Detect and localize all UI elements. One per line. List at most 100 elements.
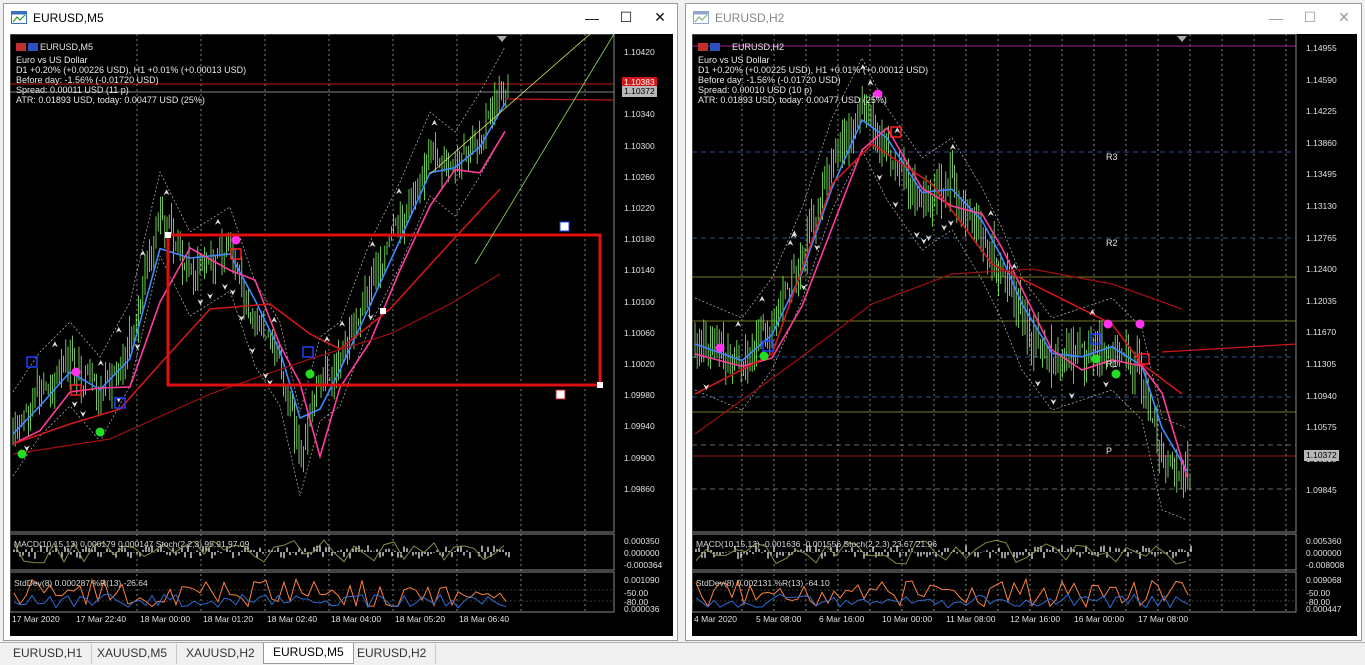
price-axis-label: 1.13495 <box>1306 169 1337 180</box>
time-axis-label: 18 Mar 00:00 <box>140 614 191 624</box>
fractal-arrow-icon <box>369 241 376 248</box>
fractal-arrow-icon <box>920 238 927 245</box>
macd-axis-label: 0.000000 <box>624 548 660 558</box>
fractal-arrow-icon <box>396 188 403 195</box>
symbol-label: EURUSD,M5 <box>40 42 94 52</box>
price-axis-label: 1.14590 <box>1306 74 1337 85</box>
time-axis-label: 18 Mar 01:20 <box>203 614 254 624</box>
window-title: EURUSD,M5 <box>33 10 104 25</box>
time-axis-label: 5 Mar 08:00 <box>756 614 802 624</box>
close-icon[interactable]: ✕ <box>643 4 677 31</box>
time-axis-label: 18 Mar 05:20 <box>395 614 446 624</box>
chart-window-eurusd-h2[interactable]: EURUSD,H2 — ☐ ✕ EURUSD,H2 Euro vs US Dol… <box>685 3 1362 641</box>
window-title: EURUSD,H2 <box>715 10 785 25</box>
tab-eurusd-h2[interactable]: EURUSD,H2 <box>348 644 437 664</box>
macd-axis-label: 0.000000 <box>1306 548 1342 558</box>
macd-indicator-label: MACD(10,15,13) 0.000179 0.000147 Stoch(2… <box>14 539 250 549</box>
tab-xauusd-m5[interactable]: XAUUSD,M5 <box>88 644 178 664</box>
info-line: Euro vs US Dollar <box>698 55 770 65</box>
stddev-axis-label: 0.009068 <box>1306 575 1342 585</box>
fractal-arrow-icon <box>238 315 245 322</box>
macd-axis-label: -0.008008 <box>1306 560 1345 570</box>
macd-axis-label: -0.000364 <box>624 560 663 570</box>
price-axis-label: 1.13860 <box>1306 137 1337 148</box>
price-axis-label: 1.09860 <box>624 483 655 494</box>
main-pane-frame <box>692 34 1297 533</box>
signal-dot <box>1111 369 1121 379</box>
macd-axis-label: 0.000350 <box>624 536 660 546</box>
chart-tab-bar: EURUSD,H1 XAUUSD,M5 XAUUSD,H2 EURUSD,M5 … <box>0 642 1365 665</box>
fractal-arrow-icon <box>987 210 994 217</box>
price-axis-label: 1.13130 <box>1306 201 1337 211</box>
signal-dot <box>715 343 725 353</box>
minimize-icon[interactable]: — <box>575 4 609 31</box>
price-axis-label: 1.09980 <box>624 390 655 401</box>
price-axis-label: 1.09845 <box>1306 485 1337 496</box>
minimize-icon[interactable]: — <box>1259 4 1293 31</box>
main-pane-frame <box>10 34 615 533</box>
drag-handle <box>597 382 603 388</box>
tab-eurusd-m5[interactable]: EURUSD,M5 <box>263 643 354 664</box>
price-axis-label: 1.10420 <box>624 47 655 57</box>
stddev-axis-label: 0.000036 <box>624 604 660 614</box>
fractal-arrow-icon <box>134 343 141 350</box>
info-line: D1 +0.20% (+0.00225 USD), H1 +0.01% (+0.… <box>698 65 929 75</box>
fractal-arrow-icon <box>894 127 901 134</box>
fractal-arrow-icon <box>1068 392 1075 399</box>
time-axis-label: 12 Mar 16:00 <box>1010 614 1061 624</box>
fractal-arrow-icon <box>139 250 146 257</box>
price-axis-label: 1.09940 <box>624 421 655 432</box>
tab-xauusd-h2[interactable]: XAUUSD,H2 <box>177 644 265 664</box>
maximize-icon[interactable]: ☐ <box>609 4 643 31</box>
fractal-arrow-icon <box>735 320 742 327</box>
fractal-arrow-icon <box>913 231 920 238</box>
pivot-label-p: P <box>1106 446 1113 456</box>
window-titlebar[interactable]: EURUSD,H2 — ☐ ✕ <box>686 4 1361 31</box>
time-axis-label: 18 Mar 04:00 <box>331 614 382 624</box>
fractal-arrow-icon <box>949 143 956 150</box>
fractal-arrow-icon <box>367 314 374 321</box>
stddev-indicator-label: StdDev(8) 0.000287 %R(13) -26.64 <box>14 578 148 588</box>
window-titlebar[interactable]: EURUSD,M5 — ☐ ✕ <box>4 4 677 31</box>
fractal-arrow-icon <box>813 244 820 251</box>
pivot-label-r1: R1 <box>1106 359 1118 369</box>
sell-marker-icon <box>555 389 566 400</box>
price-axis-label: 1.11670 <box>1306 327 1337 338</box>
price-axis-label: 1.10940 <box>1306 390 1337 401</box>
trend-line <box>1161 343 1297 353</box>
signal-dot <box>305 369 315 379</box>
chart-window-icon <box>11 11 27 24</box>
chart-shift-icon <box>1177 36 1187 42</box>
flag-icon <box>698 43 708 51</box>
macd-axis-label: 0.005360 <box>1306 536 1342 546</box>
time-axis-label: 17 Mar 22:40 <box>76 614 127 624</box>
stddev-axis-label: 0.001090 <box>624 575 660 585</box>
buy-marker-icon <box>559 221 570 232</box>
time-axis-label: 16 Mar 00:00 <box>1074 614 1125 624</box>
bid-price-label: 1.10372 <box>622 86 657 97</box>
time-axis-label: 18 Mar 02:40 <box>267 614 318 624</box>
trend-line <box>474 34 615 265</box>
flag-icon <box>710 43 720 51</box>
close-icon[interactable]: ✕ <box>1327 4 1361 31</box>
stddev-indicator-label: StdDev(8) 0.002131 %R(13) -64.10 <box>696 578 830 588</box>
signal-dot <box>1103 319 1113 329</box>
signal-dot <box>95 427 105 437</box>
macd-indicator-label: MACD(10,15,13) -0.001636 -0.001556 Stoch… <box>696 539 937 549</box>
chart-window-eurusd-m5[interactable]: EURUSD,M5 — ☐ ✕ EURUSD,M5 Euro vs US Dol… <box>3 3 678 641</box>
price-chart[interactable]: EURUSD,M5 Euro vs US Dollar D1 +0.20% (+… <box>10 34 673 636</box>
info-line: Spread: 0.00010 USD (10 p) <box>698 85 813 95</box>
chart-shift-icon <box>497 36 507 42</box>
bid-price-label: 1.10372 <box>1304 450 1339 461</box>
price-axis-label: 1.10020 <box>624 359 655 369</box>
drag-handle <box>380 308 386 314</box>
fractal-arrow-icon <box>221 283 228 290</box>
fractal-arrow-icon <box>759 295 766 302</box>
fractal-arrow-icon <box>892 201 899 208</box>
price-axis-label: 1.12765 <box>1306 232 1337 243</box>
tab-eurusd-h1[interactable]: EURUSD,H1 <box>4 644 93 664</box>
price-chart[interactable]: EURUSD,H2 Euro vs US Dollar D1 +0.20% (+… <box>692 34 1357 636</box>
price-axis-label: 1.14955 <box>1306 43 1337 53</box>
maximize-icon[interactable]: ☐ <box>1293 4 1327 31</box>
price-axis-label: 1.10575 <box>1306 422 1337 433</box>
